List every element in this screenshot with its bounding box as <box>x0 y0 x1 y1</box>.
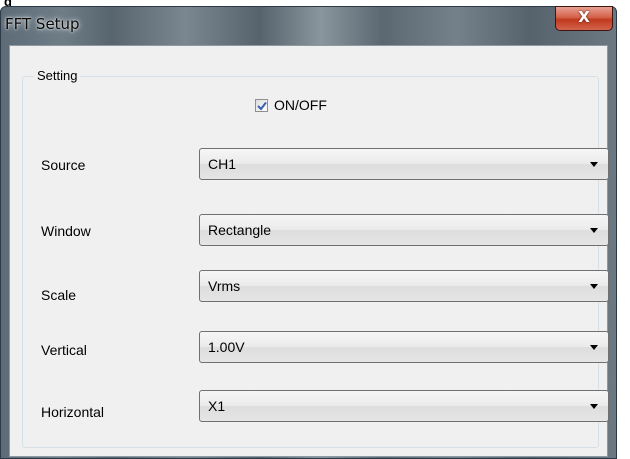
dialog-client-area: Setting ON/OFF Source CH1 Window Rectang… <box>9 45 609 457</box>
scale-dropdown[interactable]: Vrms <box>199 270 609 302</box>
on-off-toggle[interactable]: ON/OFF <box>255 96 327 114</box>
horizontal-value: X1 <box>208 398 226 414</box>
vertical-dropdown[interactable]: 1.00V <box>199 331 609 363</box>
title-bar[interactable]: FFT Setup X <box>1 6 616 45</box>
vertical-value: 1.00V <box>208 339 245 355</box>
window-title: FFT Setup <box>5 15 80 33</box>
setting-group-label: Setting <box>34 68 81 83</box>
vertical-label: Vertical <box>41 342 87 358</box>
close-icon: X <box>578 8 590 26</box>
scale-value: Vrms <box>208 278 241 294</box>
horizontal-dropdown[interactable]: X1 <box>199 390 609 422</box>
screen: g FFT Setup X Setting ON/OFF Source CH1 … <box>0 0 630 459</box>
on-off-label[interactable]: ON/OFF <box>274 97 327 113</box>
source-value: CH1 <box>208 156 237 172</box>
chevron-down-icon <box>590 284 598 289</box>
horizontal-label: Horizontal <box>41 404 105 420</box>
check-mark-icon <box>257 101 267 111</box>
chevron-down-icon <box>590 404 598 409</box>
fft-setup-dialog: FFT Setup X Setting ON/OFF Source CH1 Wi… <box>0 6 617 459</box>
chevron-down-icon <box>590 162 598 167</box>
window-dropdown[interactable]: Rectangle <box>199 214 609 246</box>
scale-label: Scale <box>41 287 77 303</box>
close-button[interactable]: X <box>555 6 613 31</box>
window-value: Rectangle <box>208 222 272 238</box>
on-off-checkbox[interactable] <box>255 98 268 112</box>
source-dropdown[interactable]: CH1 <box>199 148 609 180</box>
chevron-down-icon <box>590 228 598 233</box>
chevron-down-icon <box>590 345 598 350</box>
source-label: Source <box>41 157 86 173</box>
window-label: Window <box>41 223 91 239</box>
